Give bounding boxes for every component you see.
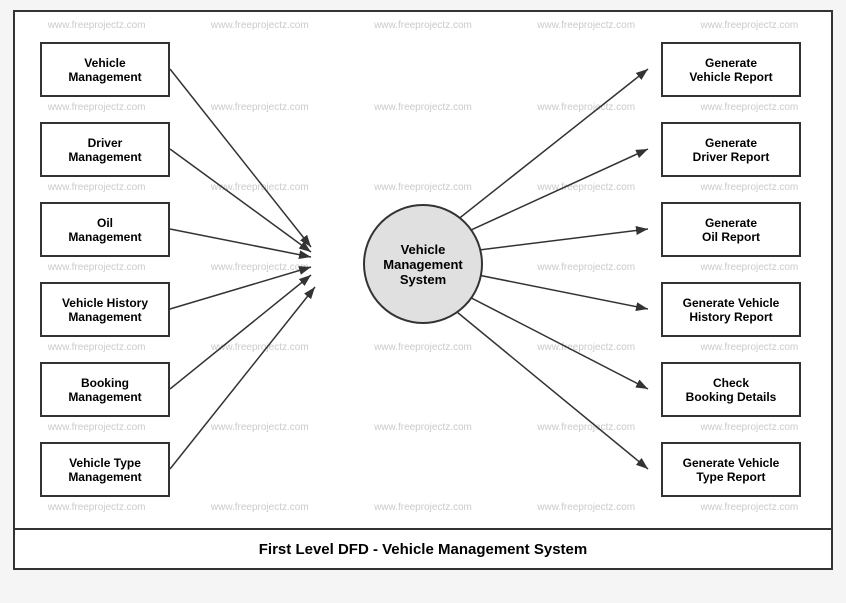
main-diagram: www.freeprojectz.comwww.freeprojectz.com… — [13, 10, 833, 570]
box-driver-mgmt: DriverManagement — [40, 122, 170, 177]
footer-text: First Level DFD - Vehicle Management Sys… — [259, 541, 587, 558]
center-circle: Vehicle Management System — [363, 204, 483, 324]
box-gen-history-label: Generate VehicleHistory Report — [683, 296, 780, 324]
box-vehicle-history-label: Vehicle HistoryManagement — [62, 296, 148, 324]
box-check-booking: CheckBooking Details — [661, 362, 801, 417]
box-gen-history: Generate VehicleHistory Report — [661, 282, 801, 337]
box-gen-type-label: Generate VehicleType Report — [683, 456, 780, 484]
box-check-booking-label: CheckBooking Details — [686, 376, 777, 404]
box-oil-mgmt: OilManagement — [40, 202, 170, 257]
box-vehicle-mgmt-label: VehicleManagement — [68, 56, 141, 84]
diagram-area: Vehicle Management System VehicleManagem… — [15, 12, 831, 528]
box-gen-vehicle: GenerateVehicle Report — [661, 42, 801, 97]
box-gen-driver-label: GenerateDriver Report — [693, 136, 770, 164]
center-label: Vehicle Management System — [365, 242, 481, 287]
box-booking-mgmt-label: BookingManagement — [68, 376, 141, 404]
box-vehicle-type-label: Vehicle TypeManagement — [68, 456, 141, 484]
box-gen-vehicle-label: GenerateVehicle Report — [689, 56, 772, 84]
box-gen-oil-label: GenerateOil Report — [702, 216, 760, 244]
box-vehicle-history: Vehicle HistoryManagement — [40, 282, 170, 337]
box-booking-mgmt: BookingManagement — [40, 362, 170, 417]
box-oil-mgmt-label: OilManagement — [68, 216, 141, 244]
box-vehicle-mgmt: VehicleManagement — [40, 42, 170, 97]
box-driver-mgmt-label: DriverManagement — [68, 136, 141, 164]
footer-label: First Level DFD - Vehicle Management Sys… — [15, 528, 831, 568]
box-gen-oil: GenerateOil Report — [661, 202, 801, 257]
box-vehicle-type: Vehicle TypeManagement — [40, 442, 170, 497]
box-gen-driver: GenerateDriver Report — [661, 122, 801, 177]
box-gen-type: Generate VehicleType Report — [661, 442, 801, 497]
